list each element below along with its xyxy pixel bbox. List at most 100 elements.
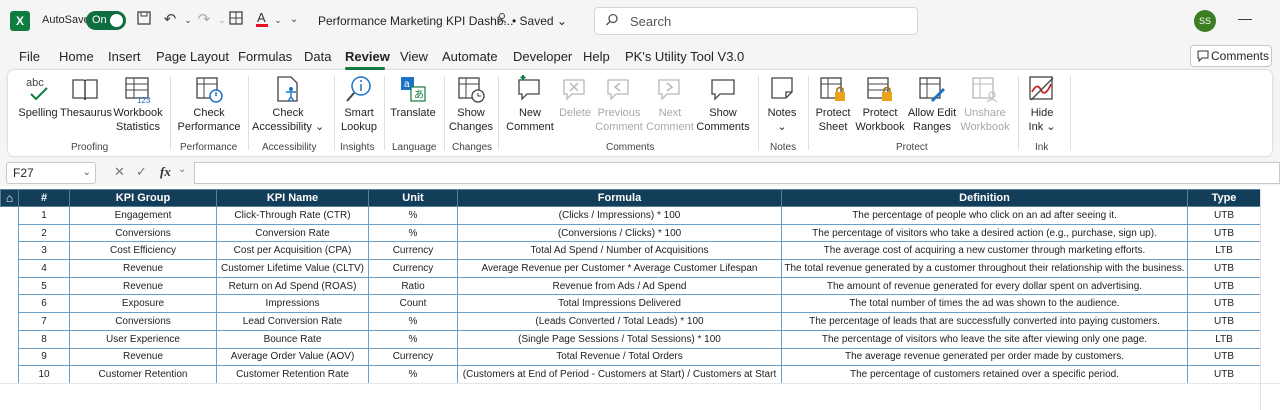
row-gutter-cell[interactable]: [1, 260, 19, 278]
cell-number[interactable]: 4: [18, 259, 70, 278]
cell-definition[interactable]: The percentage of visitors who leave the…: [781, 329, 1188, 349]
cell-unit[interactable]: %: [368, 206, 458, 225]
cell-kpi-name[interactable]: Cost per Acquisition (CPA): [216, 241, 369, 261]
chevron-down-icon[interactable]: ⌄: [178, 164, 186, 175]
show-changes-button[interactable]: Show Changes: [448, 74, 494, 138]
saved-status[interactable]: • Saved ⌄: [512, 14, 567, 28]
autosave-toggle[interactable]: On: [86, 11, 126, 30]
cell-kpi-name[interactable]: Customer Retention Rate: [216, 365, 369, 384]
cell-kpi-group[interactable]: Revenue: [69, 347, 217, 367]
header-number[interactable]: #: [18, 189, 70, 207]
cell-formula[interactable]: (Leads Converted / Total Leads) * 100: [457, 312, 782, 331]
row-gutter-cell[interactable]: [1, 313, 19, 331]
avatar[interactable]: SS: [1194, 10, 1216, 32]
tab-home[interactable]: Home: [59, 49, 94, 64]
row-gutter-cell[interactable]: [1, 348, 19, 366]
cell-kpi-group[interactable]: Engagement: [69, 206, 217, 225]
row-gutter-cell[interactable]: [1, 295, 19, 313]
cell-number[interactable]: 7: [18, 312, 70, 331]
cell-type[interactable]: UTB: [1187, 312, 1261, 331]
thesaurus-button[interactable]: Thesaurus: [60, 74, 112, 138]
save-icon[interactable]: [134, 10, 154, 30]
cell-definition[interactable]: The total revenue generated by a custome…: [781, 259, 1188, 278]
spelling-button[interactable]: abc Spelling: [16, 74, 60, 138]
comments-button[interactable]: Comments: [1190, 45, 1272, 67]
enter-icon[interactable]: ✓: [136, 164, 147, 180]
hide-ink-button[interactable]: Hide Ink ⌄: [1022, 74, 1062, 138]
cell-formula[interactable]: (Single Page Sessions / Total Sessions) …: [457, 329, 782, 349]
cell-kpi-name[interactable]: Average Order Value (AOV): [216, 347, 369, 367]
cell-number[interactable]: 9: [18, 347, 70, 367]
cell-number[interactable]: 3: [18, 241, 70, 261]
cell-type[interactable]: UTB: [1187, 276, 1261, 296]
translate-button[interactable]: aあ Translate: [388, 74, 438, 138]
borders-icon[interactable]: [226, 10, 246, 30]
cell-definition[interactable]: The average revenue generated per order …: [781, 347, 1188, 367]
smart-lookup-button[interactable]: Smart Lookup: [338, 74, 380, 138]
tab-review[interactable]: Review: [345, 49, 390, 64]
cell-unit[interactable]: Currency: [368, 241, 458, 261]
new-comment-button[interactable]: New Comment: [502, 74, 558, 138]
cell-type[interactable]: LTB: [1187, 329, 1261, 349]
delete-comment-button[interactable]: Delete: [558, 74, 592, 138]
cell-type[interactable]: UTB: [1187, 206, 1261, 225]
cell-unit[interactable]: %: [368, 223, 458, 243]
row-gutter-cell[interactable]: [1, 366, 19, 384]
cell-type[interactable]: UTB: [1187, 223, 1261, 243]
collaborators-icon[interactable]: [496, 11, 510, 28]
minimize-icon[interactable]: —: [1238, 10, 1252, 26]
document-title[interactable]: Performance Marketing KPI Dashb...: [318, 14, 513, 28]
cell-unit[interactable]: %: [368, 329, 458, 349]
cell-formula[interactable]: Average Revenue per Customer * Average C…: [457, 259, 782, 278]
tab-data[interactable]: Data: [304, 49, 331, 64]
cell-unit[interactable]: Count: [368, 294, 458, 314]
cell-kpi-group[interactable]: Conversions: [69, 312, 217, 331]
cell-number[interactable]: 6: [18, 294, 70, 314]
cell-kpi-name[interactable]: Bounce Rate: [216, 329, 369, 349]
row-gutter-cell[interactable]: [1, 207, 19, 225]
check-performance-button[interactable]: Check Performance: [174, 74, 244, 138]
cell-kpi-group[interactable]: Revenue: [69, 259, 217, 278]
check-accessibility-button[interactable]: Check Accessibility ⌄: [252, 74, 324, 138]
workbook-statistics-button[interactable]: 123 Workbook Statistics: [110, 74, 166, 138]
cell-kpi-name[interactable]: Lead Conversion Rate: [216, 312, 369, 331]
cell-formula[interactable]: Revenue from Ads / Ad Spend: [457, 276, 782, 296]
cell-unit[interactable]: Ratio: [368, 276, 458, 296]
header-kpi-name[interactable]: KPI Name: [216, 189, 369, 207]
undo-icon[interactable]: ↶: [160, 10, 180, 30]
cell-unit[interactable]: %: [368, 365, 458, 384]
cell-number[interactable]: 2: [18, 223, 70, 243]
cell-type[interactable]: UTB: [1187, 294, 1261, 314]
protect-workbook-button[interactable]: Protect Workbook: [854, 74, 906, 138]
row-gutter-cell[interactable]: [1, 277, 19, 295]
cell-unit[interactable]: Currency: [368, 347, 458, 367]
cell-number[interactable]: 5: [18, 276, 70, 296]
empty-row-area[interactable]: [0, 383, 1280, 410]
tab-insert[interactable]: Insert: [108, 49, 141, 64]
formula-input[interactable]: [194, 162, 1280, 184]
cell-kpi-name[interactable]: Conversion Rate: [216, 223, 369, 243]
name-box[interactable]: F27 ⌄: [6, 162, 96, 184]
allow-edit-ranges-button[interactable]: Allow Edit Ranges: [906, 74, 958, 138]
cell-definition[interactable]: The percentage of people who click on an…: [781, 206, 1188, 225]
cell-type[interactable]: LTB: [1187, 241, 1261, 261]
cell-definition[interactable]: The amount of revenue generated for ever…: [781, 276, 1188, 296]
tab-formulas[interactable]: Formulas: [238, 49, 292, 64]
cell-formula[interactable]: Total Ad Spend / Number of Acquisitions: [457, 241, 782, 261]
cell-kpi-group[interactable]: Cost Efficiency: [69, 241, 217, 261]
tab-developer[interactable]: Developer: [513, 49, 572, 64]
protect-sheet-button[interactable]: Protect Sheet: [812, 74, 854, 138]
cell-type[interactable]: UTB: [1187, 347, 1261, 367]
cell-number[interactable]: 8: [18, 329, 70, 349]
notes-button[interactable]: Notes ⌄: [762, 74, 802, 138]
cell-kpi-group[interactable]: Revenue: [69, 276, 217, 296]
cell-definition[interactable]: The percentage of leads that are success…: [781, 312, 1188, 331]
cell-kpi-group[interactable]: Conversions: [69, 223, 217, 243]
chevron-down-icon[interactable]: ⌄: [83, 163, 91, 183]
search-box[interactable]: Search: [594, 7, 918, 35]
cancel-icon[interactable]: ✕: [114, 164, 125, 180]
header-type[interactable]: Type: [1187, 189, 1261, 207]
tab-file[interactable]: File: [19, 49, 40, 64]
customize-quick-access-icon[interactable]: ⌄: [284, 10, 304, 30]
insert-function-icon[interactable]: fx: [160, 164, 171, 180]
